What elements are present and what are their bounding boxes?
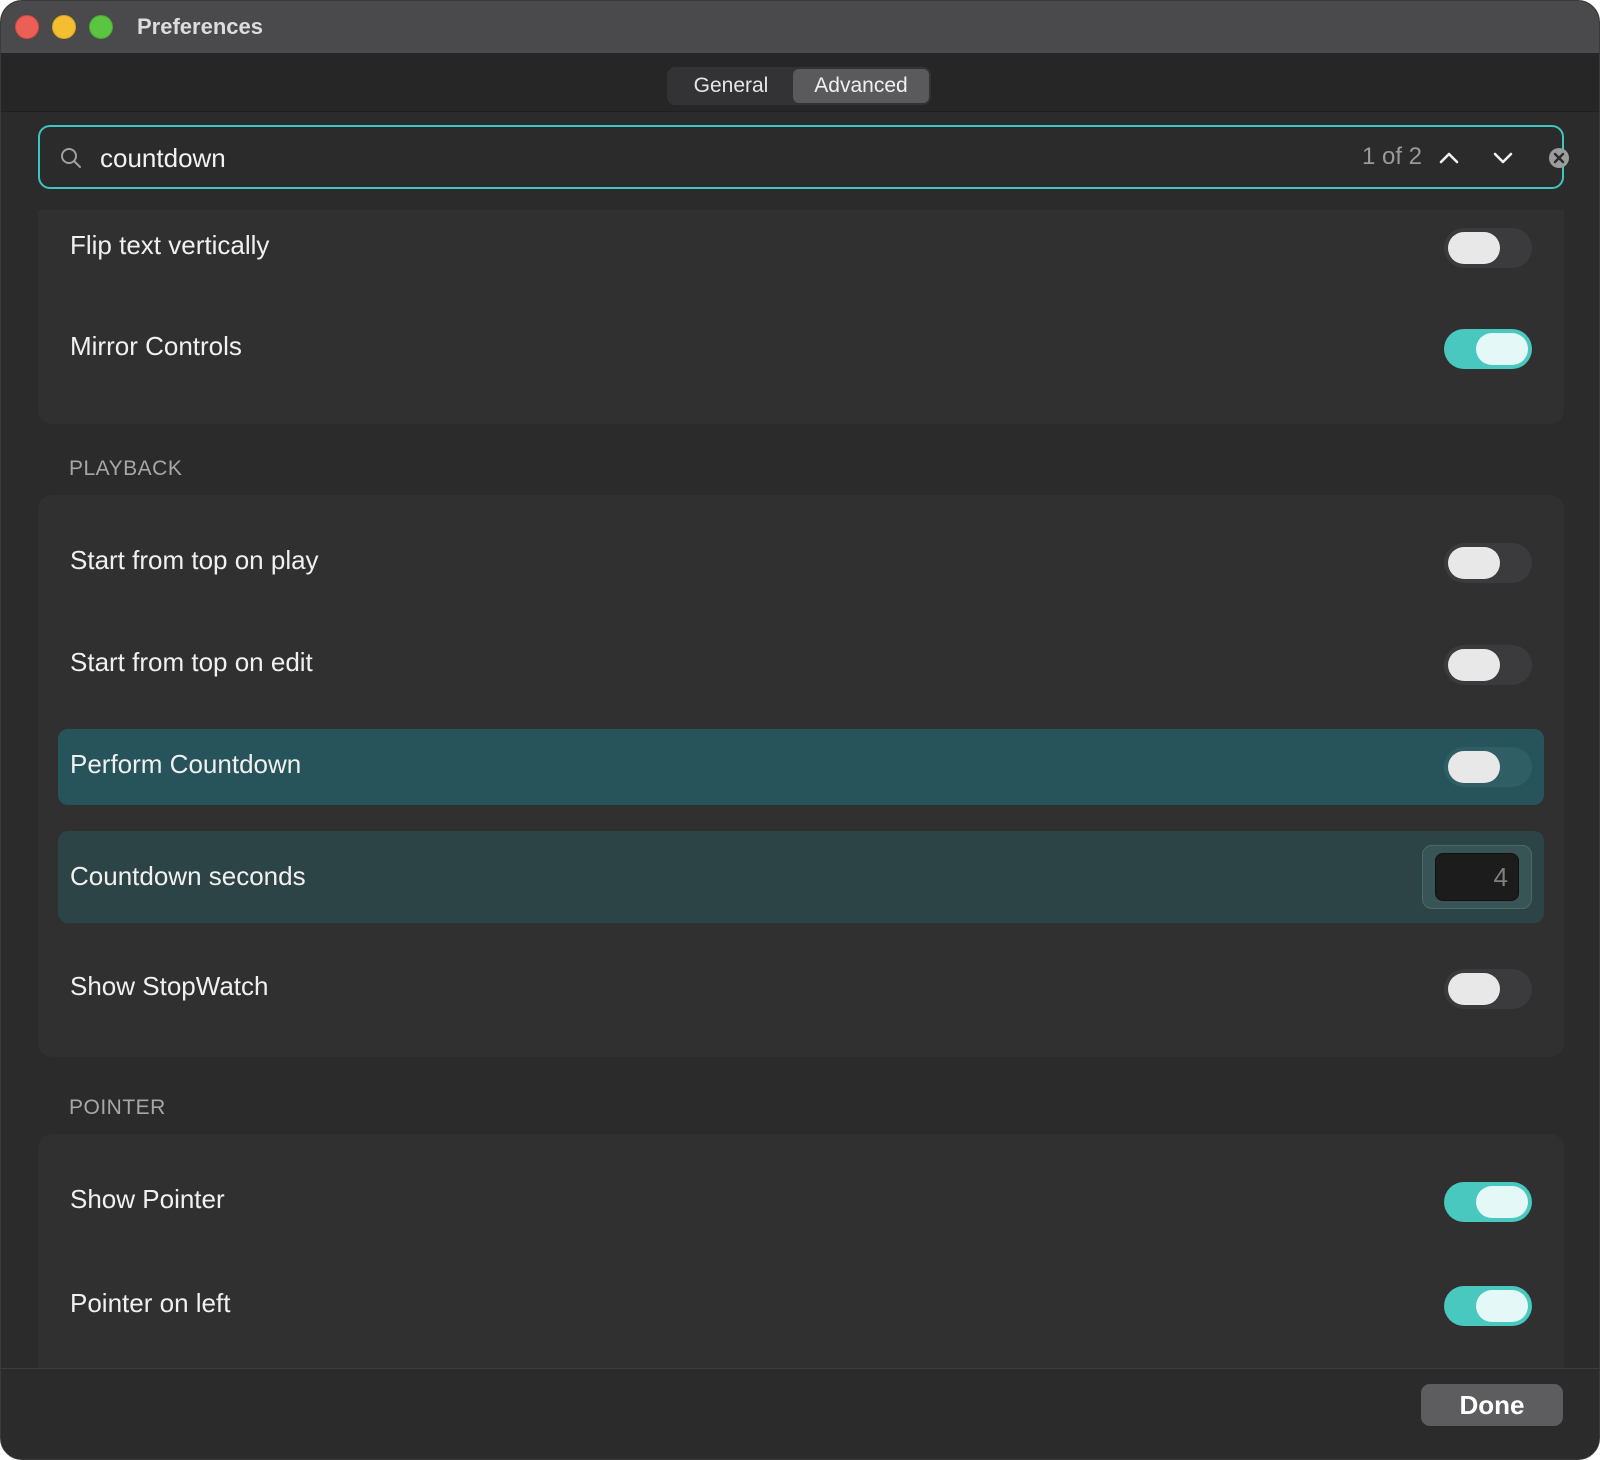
title-bar: Preferences [1, 1, 1599, 54]
setting-label: Flip text vertically [70, 230, 270, 260]
flip-text-toggle[interactable] [1444, 228, 1532, 268]
zoom-window-button[interactable] [89, 15, 113, 39]
minimize-window-button[interactable] [52, 15, 76, 39]
show-stopwatch-toggle[interactable] [1444, 969, 1532, 1009]
setting-label: Start from top on play [70, 545, 319, 575]
setting-row-perform-countdown: Perform Countdown [58, 729, 1544, 805]
show-pointer-toggle[interactable] [1444, 1182, 1532, 1222]
setting-label: Start from top on edit [70, 647, 313, 677]
tab-general[interactable]: General [669, 69, 793, 103]
perform-countdown-toggle[interactable] [1444, 747, 1532, 787]
setting-row-flip-text: Flip text vertically [58, 210, 1544, 286]
countdown-seconds-control: 4 [1422, 845, 1532, 909]
setting-row-countdown-seconds: Countdown seconds 4 [58, 831, 1544, 923]
pointer-left-toggle[interactable] [1444, 1286, 1532, 1326]
search-input[interactable] [98, 137, 1202, 179]
preferences-window: Preferences General Advanced 1 of 2 [0, 0, 1600, 1460]
setting-label: Perform Countdown [70, 749, 302, 779]
match-count: 1 of 2 [1361, 143, 1422, 170]
setting-row-pointer-left: Pointer on left [58, 1268, 1544, 1344]
settings-content: 1 of 2 Flip text vertically Mirror Contr… [1, 112, 1599, 1368]
close-window-button[interactable] [15, 15, 39, 39]
pointer-settings-group: Show Pointer Pointer on left [38, 1134, 1564, 1368]
setting-label: Show Pointer [70, 1184, 225, 1214]
playback-settings-group: Start from top on play Start from top on… [38, 495, 1564, 1057]
countdown-seconds-field[interactable]: 4 [1435, 853, 1519, 901]
done-button[interactable]: Done [1421, 1384, 1563, 1426]
window-title: Preferences [137, 14, 263, 39]
tab-advanced[interactable]: Advanced [793, 69, 929, 103]
setting-row-mirror-controls: Mirror Controls [58, 311, 1544, 387]
chevron-down-icon[interactable] [1490, 145, 1516, 171]
chevron-up-icon[interactable] [1436, 145, 1462, 171]
clear-search-icon[interactable] [1546, 145, 1572, 171]
toolbar: General Advanced [1, 53, 1599, 112]
section-header-playback: PLAYBACK [69, 457, 183, 480]
setting-row-show-stopwatch: Show StopWatch [58, 951, 1544, 1027]
setting-row-start-top-play: Start from top on play [58, 525, 1544, 601]
setting-label: Countdown seconds [70, 861, 306, 891]
section-header-pointer: POINTER [69, 1096, 166, 1119]
start-top-play-toggle[interactable] [1444, 543, 1532, 583]
mirror-controls-toggle[interactable] [1444, 329, 1532, 369]
setting-label: Show StopWatch [70, 971, 269, 1001]
display-settings-group: Flip text vertically Mirror Controls [38, 210, 1564, 424]
setting-row-start-top-edit: Start from top on edit [58, 627, 1544, 703]
footer-bar: Done [1, 1368, 1599, 1459]
search-icon [61, 148, 81, 168]
setting-label: Mirror Controls [70, 331, 242, 361]
setting-label: Pointer on left [70, 1288, 231, 1318]
search-bar: 1 of 2 [38, 125, 1569, 189]
setting-row-show-pointer: Show Pointer [58, 1164, 1544, 1240]
start-top-edit-toggle[interactable] [1444, 645, 1532, 685]
tab-switcher: General Advanced [667, 67, 931, 105]
